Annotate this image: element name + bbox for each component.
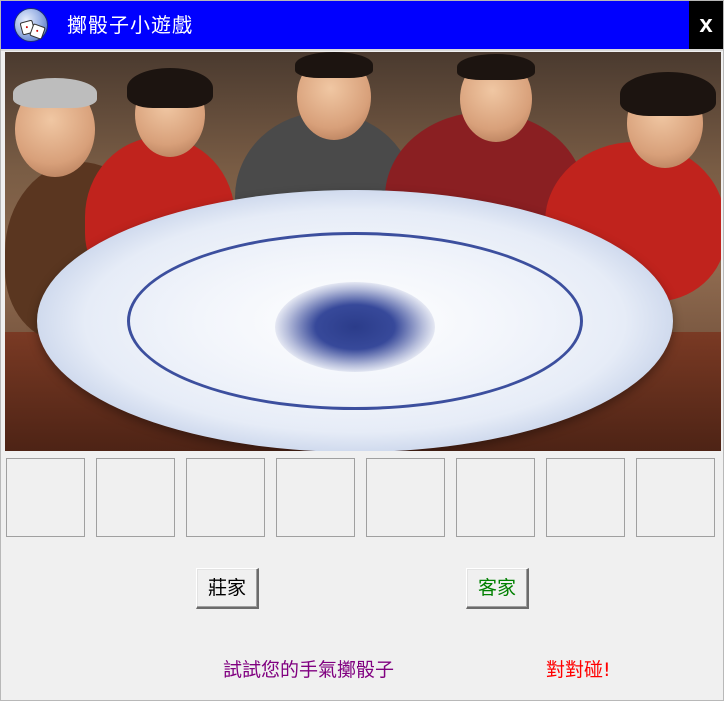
close-button[interactable]: x (689, 1, 723, 49)
person-hair (13, 78, 97, 108)
dice-slot (96, 458, 175, 537)
dice-slot (186, 458, 265, 537)
dice-slot (366, 458, 445, 537)
title-bar: 擲骰子小遊戲 x (1, 1, 723, 51)
game-window: 擲骰子小遊戲 x 莊家 客家 試試您的手氣擲骰子 對對碰! (0, 0, 724, 701)
person-hair (127, 68, 213, 108)
porcelain-plate (37, 190, 673, 451)
person-hair (457, 54, 535, 80)
window-title: 擲骰子小遊戲 (67, 13, 193, 37)
dice-slot (636, 458, 715, 537)
prompt-label: 試試您的手氣擲骰子 (223, 659, 395, 681)
dice-slots (6, 458, 722, 540)
dice-slot (6, 458, 85, 537)
dice-slot (546, 458, 625, 537)
banker-button[interactable]: 莊家 (196, 568, 259, 609)
plate-motif (275, 282, 435, 372)
person-hair (620, 72, 716, 116)
player-button[interactable]: 客家 (466, 568, 529, 609)
dice-game-icon (14, 8, 48, 42)
dice-slot (456, 458, 535, 537)
person-hair (295, 52, 373, 78)
scene-image (5, 52, 721, 451)
result-label: 對對碰! (546, 659, 611, 681)
die-icon (29, 23, 46, 40)
dice-slot (276, 458, 355, 537)
